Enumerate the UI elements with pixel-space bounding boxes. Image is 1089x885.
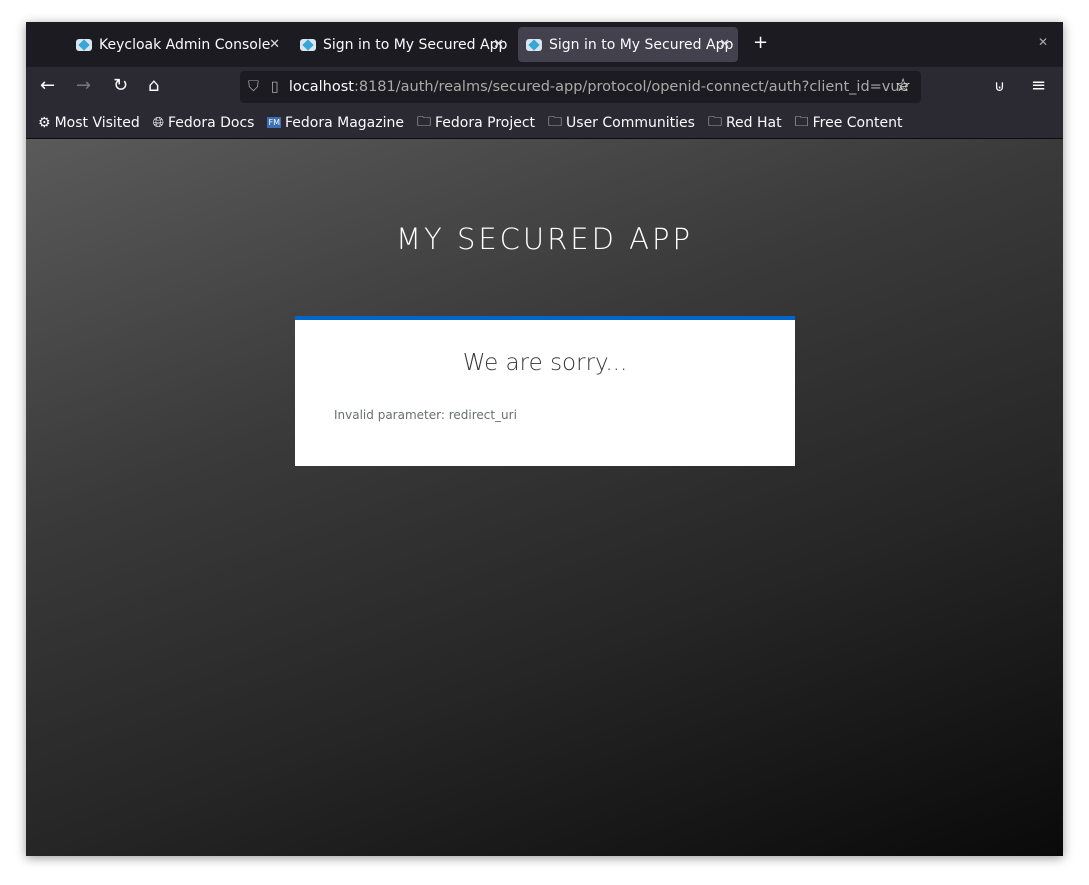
close-tab-icon[interactable]: ✕ — [493, 37, 504, 52]
tab-keycloak-admin[interactable]: Keycloak Admin Console ✕ — [68, 27, 288, 62]
bookmark-user-communities[interactable]: 🗀 User Communities — [548, 111, 695, 135]
error-message: Invalid parameter: redirect_uri — [334, 408, 517, 422]
pocket-icon[interactable]: ⊍ — [994, 77, 1005, 95]
bookmarks-bar: ⚙ Most Visited 🌐︎ Fedora Docs FM Fedora Mag… — [26, 107, 1063, 139]
folder-icon: 🗀 — [707, 113, 722, 130]
close-tab-icon[interactable]: ✕ — [269, 37, 280, 52]
bookmark-free-content[interactable]: 🗀 Free Content — [795, 111, 903, 135]
shield-icon: ⛉ — [248, 79, 259, 95]
page-icon: ▯ — [270, 79, 279, 95]
tab-sign-in-1[interactable]: Sign in to My Secured App ✕ — [292, 27, 512, 62]
page-content: MY SECURED APP We are sorry... Invalid p… — [26, 139, 1063, 856]
keycloak-icon — [76, 38, 92, 51]
bookmark-label: Red Hat — [725, 114, 782, 131]
home-button[interactable]: ⌂ — [148, 75, 159, 96]
bookmark-most-visited[interactable]: ⚙ Most Visited — [38, 115, 140, 131]
bookmark-label: Fedora Docs — [167, 114, 255, 131]
folder-icon: 🗀 — [416, 113, 431, 130]
bookmark-label: Most Visited — [54, 114, 140, 131]
error-heading: We are sorry... — [462, 350, 628, 376]
folder-icon: 🗀 — [794, 113, 809, 130]
tab-label: Sign in to My Secured App — [549, 36, 734, 53]
tab-bar: Keycloak Admin Console ✕ Sign in to My Se… — [26, 22, 1063, 67]
close-window-button[interactable]: ✕ — [1038, 35, 1048, 49]
tab-sign-in-2[interactable]: Sign in to My Secured App ✕ — [518, 27, 738, 62]
bookmark-label: User Communities — [566, 114, 695, 131]
gear-icon: ⚙ — [38, 114, 51, 131]
keycloak-icon — [300, 38, 316, 51]
fm-icon: FM — [267, 117, 281, 128]
keycloak-icon — [526, 38, 542, 51]
bookmark-label: Fedora Project — [434, 114, 536, 131]
reload-button[interactable]: ↻ — [113, 75, 128, 96]
close-tab-icon[interactable]: ✕ — [719, 37, 730, 52]
url-host: localhost — [288, 79, 354, 95]
bookmark-fedora-docs[interactable]: 🌐︎ Fedora Docs — [153, 115, 255, 131]
bookmark-red-hat[interactable]: 🗀 Red Hat — [708, 111, 782, 135]
bookmark-star-icon[interactable]: ☆ — [895, 75, 911, 96]
url-path: :8181/auth/realms/secured-app/protocol/o… — [353, 79, 909, 95]
folder-icon: 🗀 — [548, 113, 563, 130]
menu-icon[interactable]: ≡ — [1031, 75, 1046, 96]
app-title: MY SECURED APP — [396, 222, 693, 256]
error-card: We are sorry... Invalid parameter: redir… — [295, 316, 795, 466]
forward-button[interactable]: → — [76, 75, 91, 96]
bookmark-fedora-magazine[interactable]: FM Fedora Magazine — [267, 115, 404, 131]
browser-window: Keycloak Admin Console ✕ Sign in to My Se… — [26, 22, 1063, 856]
bookmark-fedora-project[interactable]: 🗀 Fedora Project — [417, 111, 535, 135]
tab-label: Sign in to My Secured App — [323, 36, 508, 53]
nav-bar: ← → ↻ ⌂ ⛉ ▯ localhost:8181/auth/realms/s… — [26, 67, 1063, 107]
bookmark-label: Fedora Magazine — [284, 114, 404, 131]
new-tab-button[interactable]: + — [753, 32, 768, 53]
tab-label: Keycloak Admin Console — [99, 36, 271, 53]
bookmark-label: Free Content — [812, 114, 903, 131]
back-button[interactable]: ← — [40, 75, 55, 96]
globe-icon: 🌐︎ — [152, 114, 164, 131]
url-bar[interactable]: ⛉ ▯ localhost:8181/auth/realms/secured-a… — [240, 71, 921, 103]
